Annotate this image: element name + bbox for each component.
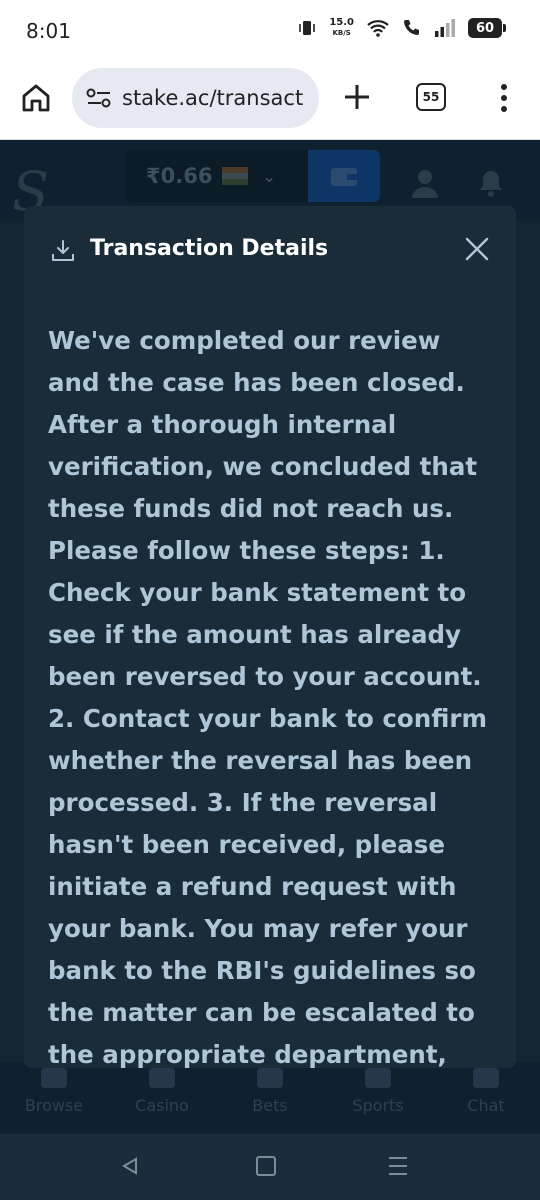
india-flag-icon: [222, 167, 249, 185]
balance-amount: ₹0.66: [146, 164, 213, 188]
back-icon[interactable]: [120, 1156, 140, 1176]
nav-label: Bets: [252, 1096, 288, 1115]
vibrate-icon: [299, 21, 316, 35]
modal-title: Transaction Details: [90, 236, 329, 261]
status-icons: 15.0 KB/S 60: [297, 18, 506, 38]
home-icon[interactable]: [20, 82, 52, 114]
bets-icon: [257, 1068, 283, 1088]
call-icon: [404, 20, 419, 35]
casino-icon: [149, 1068, 175, 1088]
wallet-icon: [331, 168, 357, 186]
browse-icon: [41, 1068, 67, 1088]
tab-switcher-button[interactable]: 55: [416, 83, 446, 111]
balance-selector[interactable]: ₹0.66 ⌄: [126, 150, 308, 202]
transaction-details-modal: Transaction Details We've completed our …: [24, 206, 516, 1068]
bottom-nav: Browse Casino Bets Sports Chat: [0, 1062, 540, 1134]
address-bar[interactable]: stake.ac/transact: [72, 68, 319, 128]
more-menu-icon[interactable]: [494, 82, 514, 114]
nav-casino[interactable]: Casino: [108, 1062, 216, 1134]
sports-icon: [365, 1068, 391, 1088]
battery-indicator: 60: [468, 18, 506, 38]
status-time: 8:01: [26, 19, 71, 43]
url-text: stake.ac/transact: [122, 86, 304, 110]
speed-unit: KB/S: [332, 29, 351, 37]
signal-icon: [435, 19, 455, 37]
modal-message: We've completed our review and the case …: [48, 326, 487, 1068]
network-speed: 15.0 KB/S: [329, 18, 354, 38]
bell-icon[interactable]: [476, 168, 506, 198]
nav-label: Sports: [352, 1096, 404, 1115]
download-icon: [52, 240, 74, 261]
nav-label: Chat: [467, 1096, 505, 1115]
nav-label: Browse: [24, 1096, 84, 1115]
wallet-button[interactable]: [308, 150, 380, 202]
chevron-down-icon: ⌄: [262, 166, 276, 186]
nav-chat[interactable]: Chat: [432, 1062, 540, 1134]
nav-label: Casino: [135, 1096, 189, 1115]
status-bar: 8:01 15.0 KB/S 60: [0, 0, 540, 62]
browser-toolbar: stake.ac/transact 55: [0, 62, 540, 140]
home-nav-icon[interactable]: [256, 1156, 276, 1176]
recents-icon[interactable]: [388, 1155, 408, 1177]
close-icon[interactable]: [464, 236, 490, 262]
modal-header: Transaction Details: [24, 206, 516, 298]
wifi-icon: [367, 20, 389, 37]
nav-sports[interactable]: Sports: [324, 1062, 432, 1134]
site-settings-icon[interactable]: [86, 87, 112, 109]
nav-browse[interactable]: Browse: [0, 1062, 108, 1134]
user-icon[interactable]: [410, 168, 440, 198]
speed-value: 15.0: [329, 17, 354, 28]
system-nav-bar: [0, 1134, 540, 1200]
new-tab-icon[interactable]: [340, 80, 374, 114]
chat-icon: [473, 1068, 499, 1088]
nav-bets[interactable]: Bets: [216, 1062, 324, 1134]
